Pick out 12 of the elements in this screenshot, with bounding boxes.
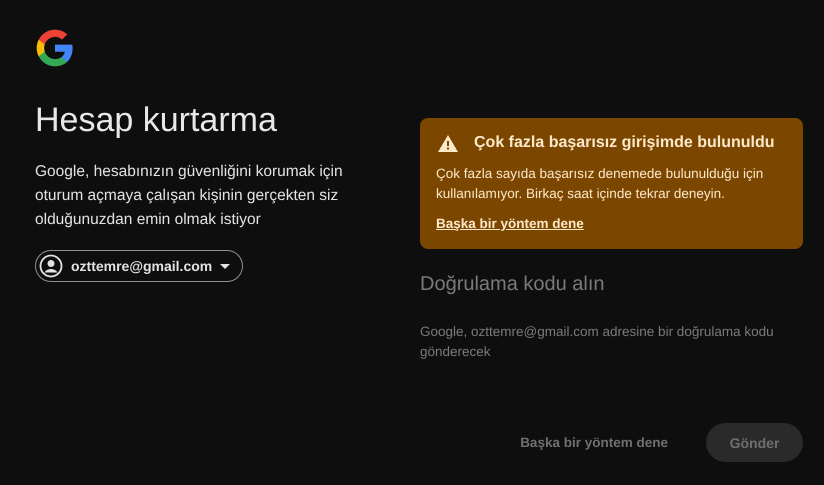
google-logo-icon	[35, 28, 75, 68]
alternative-method-link[interactable]: Başka bir yöntem dene	[436, 216, 584, 231]
caret-icon	[220, 264, 230, 268]
account-icon	[39, 254, 63, 278]
description-text: Google, hesabınızın güvenliğini korumak için oturum açmaya çalışan kişinin gerçekten siz olduğunuzdan emin olmak istiyor	[35, 162, 344, 230]
section-title: Doğrulama kodu alın	[420, 273, 606, 296]
warning-icon	[438, 134, 458, 152]
alert-title: Çok fazla başarısız girişimde bulunuldu	[474, 134, 774, 152]
account-chip[interactable]: ozttemre@gmail.com	[35, 250, 244, 282]
section-text: Google, ozttemre@gmail.com adresine bir doğrulama kodu gönderecek	[420, 323, 775, 361]
page-title: Hesap kurtarma	[35, 100, 278, 141]
alert-message: Çok fazla sayıda başarısız denemede bulunulduğu için kullanılamıyor. Birkaç saat içinde tekrar deneyin.	[436, 165, 764, 203]
